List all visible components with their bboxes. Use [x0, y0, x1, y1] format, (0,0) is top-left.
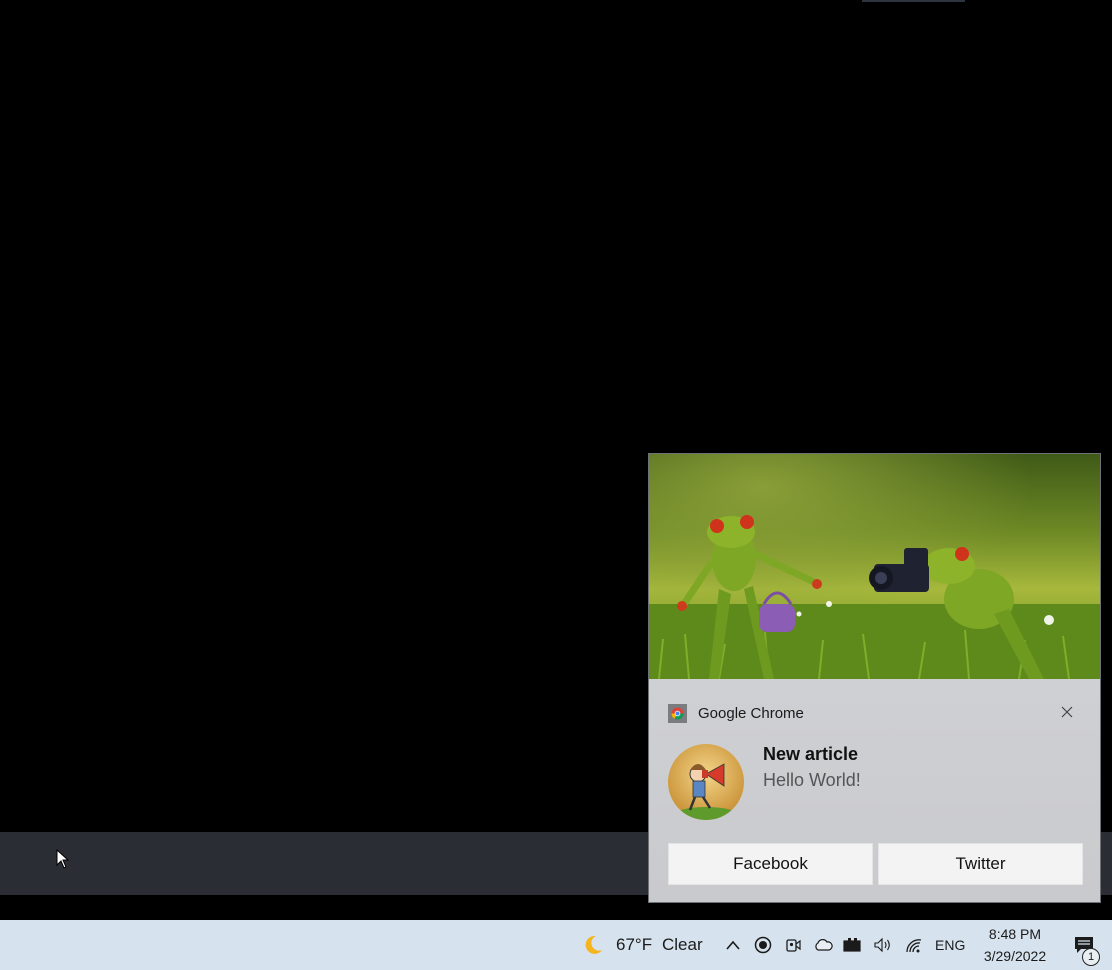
clock[interactable]: 8:48 PM 3/29/2022 — [978, 920, 1052, 970]
language-indicator[interactable]: ENG — [935, 920, 965, 970]
mouse-cursor-icon — [56, 849, 70, 869]
twitter-button[interactable]: Twitter — [878, 843, 1083, 885]
app-name: Google Chrome — [698, 704, 804, 722]
chrome-icon — [668, 703, 687, 723]
frogs-photographer-image — [649, 454, 1100, 679]
avatar — [668, 744, 744, 820]
volume-icon[interactable] — [871, 920, 895, 970]
onedrive-cloud-icon[interactable] — [811, 920, 835, 970]
weather-condition[interactable]: Clear — [662, 920, 703, 970]
window-edge — [862, 0, 965, 2]
toast-title: New article — [763, 744, 859, 764]
clock-time: 8:48 PM — [988, 926, 1042, 942]
moon-icon[interactable] — [580, 920, 606, 970]
battery-icon[interactable] — [841, 920, 865, 970]
toast-header: Google Chrome — [668, 703, 804, 723]
clock-date: 3/29/2022 — [983, 948, 1047, 964]
toast-notification[interactable]: Google Chrome New article Hello World! F… — [648, 453, 1101, 903]
close-button[interactable] — [1055, 700, 1079, 724]
weather-temperature[interactable]: 67°F — [616, 920, 652, 970]
action-center-button[interactable]: 1 — [1068, 920, 1100, 970]
cartoon-megaphone-avatar — [668, 744, 744, 820]
toast-body: Hello World! — [763, 770, 861, 790]
facebook-button[interactable]: Facebook — [668, 843, 873, 885]
taskbar: 67°F Clear ENG 8:48 PM 3/29/2022 1 — [0, 920, 1112, 970]
hero-image[interactable] — [649, 454, 1100, 679]
meet-now-icon[interactable] — [781, 920, 805, 970]
notification-badge: 1 — [1082, 948, 1100, 966]
chevron-up-icon[interactable] — [721, 920, 745, 970]
wifi-icon[interactable] — [902, 920, 926, 970]
record-icon[interactable] — [751, 920, 775, 970]
close-icon — [1061, 706, 1073, 718]
